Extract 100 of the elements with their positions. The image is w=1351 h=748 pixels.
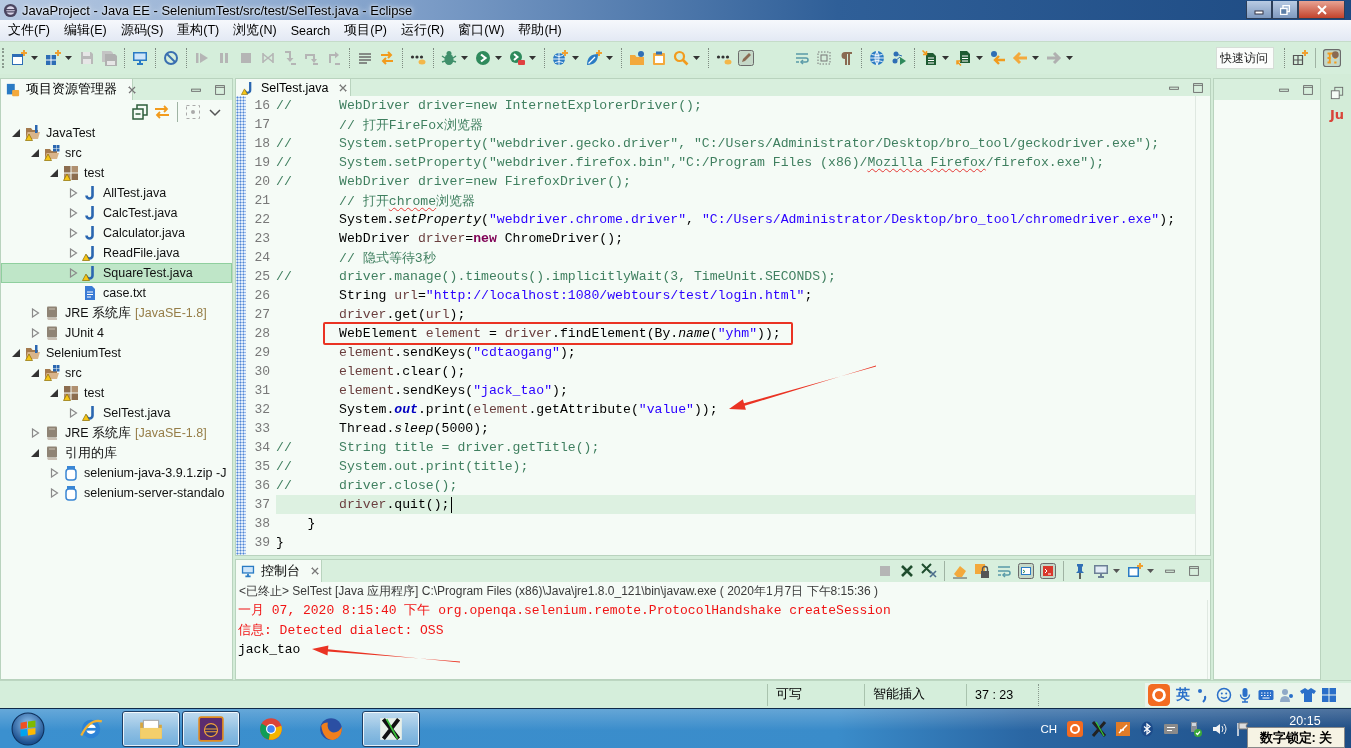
ime-mode-toggle[interactable]: 英 bbox=[1176, 686, 1190, 704]
document-arrow-icon[interactable] bbox=[956, 50, 972, 66]
taskbar-button[interactable] bbox=[362, 710, 420, 747]
caret-icon[interactable] bbox=[606, 56, 613, 60]
editor-tab[interactable]: SelTest.java bbox=[236, 79, 351, 96]
monitor-icon[interactable] bbox=[1093, 563, 1109, 579]
terminal-tile-icon[interactable] bbox=[1040, 563, 1056, 579]
ime-logo-icon[interactable] bbox=[1067, 720, 1083, 737]
folder-icon[interactable] bbox=[629, 50, 645, 66]
ime-logo-icon[interactable] bbox=[1147, 684, 1171, 706]
menu-item[interactable]: Search bbox=[284, 21, 337, 40]
terminal-tile-icon[interactable] bbox=[1018, 563, 1034, 579]
share-icon[interactable] bbox=[891, 50, 907, 66]
document-arrow-icon[interactable] bbox=[922, 50, 938, 66]
menu-item[interactable]: 窗口(W) bbox=[452, 21, 511, 40]
tree-item[interactable]: src bbox=[1, 363, 232, 383]
caret-icon[interactable] bbox=[31, 56, 38, 60]
caret-icon[interactable] bbox=[1147, 569, 1154, 573]
close-button[interactable] bbox=[1298, 1, 1345, 19]
globe-icon[interactable] bbox=[869, 50, 885, 66]
keyboard-icon[interactable] bbox=[1258, 687, 1274, 703]
window-plus-icon[interactable] bbox=[1127, 563, 1143, 579]
word-wrap-icon[interactable] bbox=[794, 50, 810, 66]
taskbar-button[interactable] bbox=[122, 710, 180, 747]
grid-icon[interactable] bbox=[1321, 687, 1337, 703]
menu-item[interactable]: 浏览(N) bbox=[227, 21, 283, 40]
tree-item[interactable]: ReadFile.java bbox=[1, 243, 232, 263]
menu-item[interactable]: 项目(P) bbox=[338, 21, 393, 40]
menu-item[interactable]: 文件(F) bbox=[2, 21, 56, 40]
person-icon[interactable] bbox=[1279, 687, 1295, 703]
word-wrap-icon[interactable] bbox=[996, 563, 1012, 579]
maximize-icon[interactable] bbox=[1187, 564, 1201, 578]
restore-button[interactable] bbox=[1272, 1, 1298, 19]
tree-item[interactable]: JRE 系统库 [JavaSE-1.8] bbox=[1, 303, 232, 323]
eraser-icon[interactable] bbox=[952, 563, 968, 579]
tree-item[interactable]: test bbox=[1, 163, 232, 183]
grid-plus-icon[interactable] bbox=[45, 50, 61, 66]
menu-item[interactable]: 源码(S) bbox=[114, 21, 170, 40]
dotted-square-icon[interactable] bbox=[816, 50, 832, 66]
view-tab[interactable]: 项目资源管理器 bbox=[1, 79, 133, 100]
bluetooth-icon[interactable] bbox=[1139, 720, 1155, 737]
tree-item[interactable]: case.txt bbox=[1, 283, 232, 303]
tree-item[interactable]: selenium-server-standalo bbox=[1, 483, 232, 503]
tree-item[interactable]: JRE 系统库 [JavaSE-1.8] bbox=[1, 423, 232, 443]
globe-plus-icon[interactable] bbox=[552, 50, 568, 66]
tree-item[interactable]: JUnit 4 bbox=[1, 323, 232, 343]
menu-item[interactable]: 编辑(E) bbox=[57, 21, 113, 40]
tree-item[interactable]: 引用的库 bbox=[1, 443, 232, 463]
close-icon[interactable] bbox=[338, 82, 349, 93]
caret-icon[interactable] bbox=[942, 56, 949, 60]
triangle-icon[interactable] bbox=[49, 168, 59, 178]
tree-item[interactable]: SquareTest.java bbox=[1, 263, 232, 283]
cross-icon[interactable] bbox=[1091, 720, 1107, 737]
tree-item[interactable]: test bbox=[1, 383, 232, 403]
caret-icon[interactable] bbox=[976, 56, 983, 60]
lines-icon[interactable] bbox=[357, 50, 373, 66]
smiley-icon[interactable] bbox=[1216, 687, 1232, 703]
triangle-icon[interactable] bbox=[30, 448, 40, 458]
tile-toggle-icon[interactable] bbox=[1323, 49, 1341, 67]
menu-item[interactable]: 运行(R) bbox=[394, 21, 451, 40]
caret-icon[interactable] bbox=[572, 56, 579, 60]
quick-access-field[interactable]: 快速访问 bbox=[1216, 47, 1274, 69]
caret-icon[interactable] bbox=[693, 56, 700, 60]
menu-item[interactable]: 帮助(H) bbox=[512, 21, 568, 40]
caret-icon[interactable] bbox=[1032, 56, 1039, 60]
grid-plus-icon[interactable] bbox=[1292, 50, 1308, 66]
maximize-icon[interactable] bbox=[213, 82, 227, 97]
caret-icon[interactable] bbox=[65, 56, 72, 60]
language-indicator[interactable]: CH bbox=[1040, 722, 1057, 735]
restore-icon[interactable] bbox=[1330, 86, 1344, 100]
dot-arrow-icon[interactable] bbox=[990, 50, 1006, 66]
microphone-icon[interactable] bbox=[1237, 687, 1253, 703]
cross-mark-icon[interactable] bbox=[899, 563, 915, 579]
caret-icon[interactable] bbox=[1113, 569, 1120, 573]
caret-icon[interactable] bbox=[461, 56, 468, 60]
play-circle-badge-icon[interactable] bbox=[509, 50, 525, 66]
flag-icon[interactable] bbox=[1235, 720, 1251, 737]
shirt-icon[interactable] bbox=[1300, 687, 1316, 703]
triangle-icon[interactable] bbox=[11, 348, 21, 358]
caret-icon[interactable] bbox=[1066, 56, 1073, 60]
clock[interactable]: 20:15 bbox=[1289, 713, 1321, 728]
tree-item[interactable]: Calculator.java bbox=[1, 223, 232, 243]
tree-item[interactable]: selenium-java-3.9.1.zip -J bbox=[1, 463, 232, 483]
triangle-icon[interactable] bbox=[30, 148, 40, 158]
stacked-squares-icon[interactable] bbox=[132, 103, 148, 120]
taskbar-button[interactable] bbox=[182, 710, 240, 747]
triangle-icon[interactable] bbox=[30, 368, 40, 378]
maximize-icon[interactable] bbox=[1191, 80, 1205, 95]
tree-item[interactable]: AllTest.java bbox=[1, 183, 232, 203]
console-tab[interactable]: 控制台 bbox=[236, 560, 322, 582]
minimize-button[interactable] bbox=[1246, 1, 1272, 19]
monitor-icon[interactable] bbox=[132, 50, 148, 66]
maximize-icon[interactable] bbox=[1301, 82, 1315, 97]
dotted-square-icon[interactable] bbox=[185, 103, 201, 120]
tree-item[interactable]: SelTest.java bbox=[1, 403, 232, 423]
tree-item[interactable]: CalcTest.java bbox=[1, 203, 232, 223]
close-icon[interactable] bbox=[127, 84, 137, 95]
prohibited-icon[interactable] bbox=[163, 50, 179, 66]
close-icon[interactable] bbox=[310, 566, 320, 576]
paragraph-mark-icon[interactable] bbox=[838, 50, 854, 66]
